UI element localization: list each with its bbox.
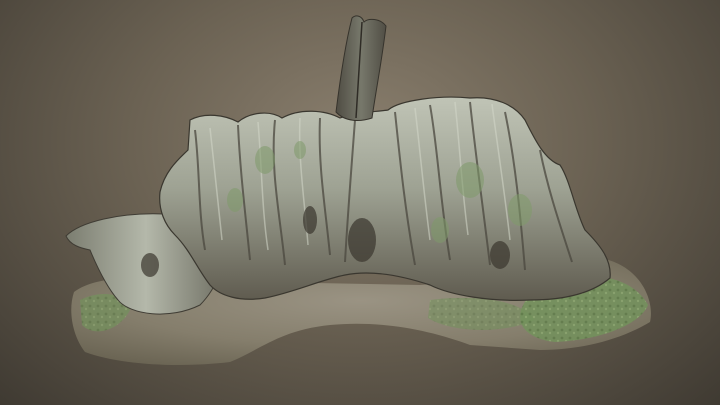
tree-stump-model[interactable] (0, 0, 720, 405)
3d-model-viewer[interactable] (0, 0, 720, 405)
